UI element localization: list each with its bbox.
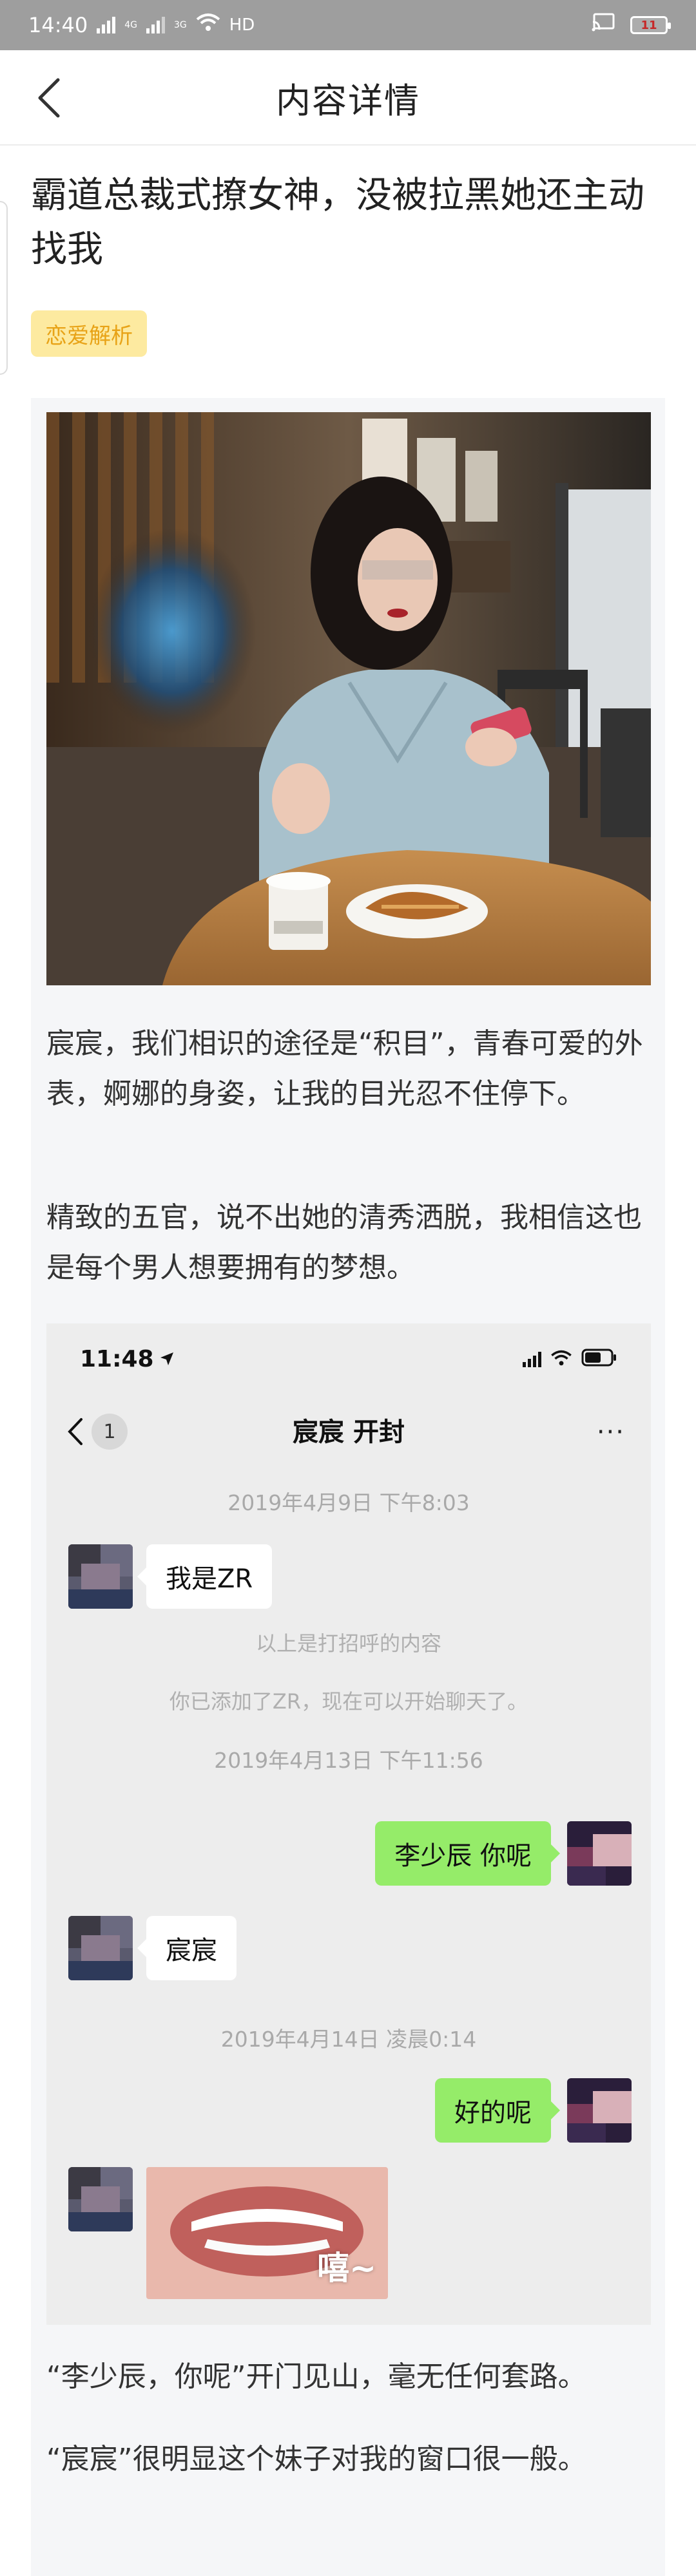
chat-wifi-icon bbox=[550, 1346, 572, 1372]
network-type-2: 3G bbox=[173, 20, 187, 30]
page-title: 内容详情 bbox=[276, 80, 420, 121]
avatar-her bbox=[68, 1916, 133, 1980]
chat-screenshot: 11:48 1 宸宸 开封 ··· 2019年4月9日 下午8:03 我是ZR … bbox=[46, 1323, 651, 2325]
wifi-icon bbox=[196, 13, 220, 37]
system-note-2: 你已添加了ZR，现在可以开始聊天了。 bbox=[169, 1689, 528, 1714]
more-icon[interactable]: ··· bbox=[597, 1417, 625, 1447]
system-note-1: 以上是打招呼的内容 bbox=[255, 1631, 441, 1656]
signal-icon bbox=[97, 17, 116, 33]
nav-bar: 内容详情 bbox=[0, 50, 696, 146]
message-bubble-1: 我是ZR bbox=[137, 1544, 273, 1609]
status-right: 11 bbox=[592, 13, 671, 37]
message-bubble-4: 好的呢 bbox=[435, 2078, 560, 2143]
chat-battery-icon bbox=[581, 1346, 617, 1372]
chat-header: 1 宸宸 开封 ··· bbox=[46, 1394, 651, 1465]
chevron-left-icon bbox=[38, 78, 60, 118]
chat-timestamp: 2019年4月9日 下午8:03 bbox=[227, 1490, 470, 1515]
side-handle[interactable] bbox=[0, 201, 8, 375]
hd-label: HD bbox=[229, 15, 255, 35]
signal-icon-2 bbox=[146, 17, 165, 33]
article-paragraph-2: 精致的五官，说不出她的清秀洒脱，我相信这也是每个男人想要拥有的梦想。 bbox=[46, 1201, 642, 1284]
unread-badge: 1 bbox=[92, 1414, 128, 1450]
status-left: 14:40 4G 3G HD bbox=[28, 13, 255, 37]
sticker-text: 嘻~ bbox=[317, 2249, 376, 2287]
back-button[interactable] bbox=[26, 75, 72, 121]
message-bubble-3: 宸宸 bbox=[137, 1916, 237, 1980]
avatar-me bbox=[567, 2078, 632, 2143]
message-bubble-2: 李少辰 你呢 bbox=[375, 1821, 560, 1886]
chat-timestamp: 2019年4月13日 下午11:56 bbox=[214, 1748, 483, 1773]
cast-icon bbox=[592, 13, 615, 37]
article-paragraph-4: “宸宸”很明显这个妹子对我的窗口很一般。 bbox=[46, 2443, 586, 2476]
chat-status-icons bbox=[523, 1346, 617, 1372]
battery-level: 11 bbox=[641, 18, 657, 32]
chat-status-bar: 11:48 bbox=[46, 1323, 651, 1394]
chat-status-time: 11:48 bbox=[80, 1345, 154, 1372]
category-tag[interactable]: 恋爱解析 bbox=[31, 310, 147, 357]
avatar-me bbox=[567, 1821, 632, 1886]
chat-back-button[interactable]: 1 bbox=[66, 1414, 128, 1450]
avatar-her bbox=[68, 1544, 133, 1609]
status-bar: 14:40 4G 3G HD 11 bbox=[0, 0, 696, 50]
location-arrow-icon bbox=[159, 1346, 175, 1372]
sticker-image[interactable]: 嘻~ bbox=[146, 2167, 388, 2299]
status-time: 14:40 bbox=[28, 13, 88, 37]
article-paragraph-3: “李少辰，你呢”开门见山，毫无任何套路。 bbox=[46, 2360, 586, 2393]
chat-timestamp: 2019年4月14日 凌晨0:14 bbox=[220, 2027, 477, 2052]
battery-icon: 11 bbox=[630, 16, 671, 34]
chevron-left-icon bbox=[68, 1418, 82, 1445]
chat-title: 宸宸 开封 bbox=[293, 1417, 405, 1447]
network-type-1: 4G bbox=[124, 20, 137, 30]
avatar-her bbox=[68, 2167, 133, 2231]
chat-signal-icon bbox=[523, 1350, 541, 1367]
article-paragraph-1: 宸宸，我们相识的途径是“积目”，青春可爱的外表，婀娜的身姿，让我的目光忍不住停下… bbox=[46, 1027, 643, 1110]
article-title: 霸道总裁式撩女神，没被拉黑她还主动找我 bbox=[31, 175, 644, 270]
article-photo bbox=[46, 412, 651, 985]
